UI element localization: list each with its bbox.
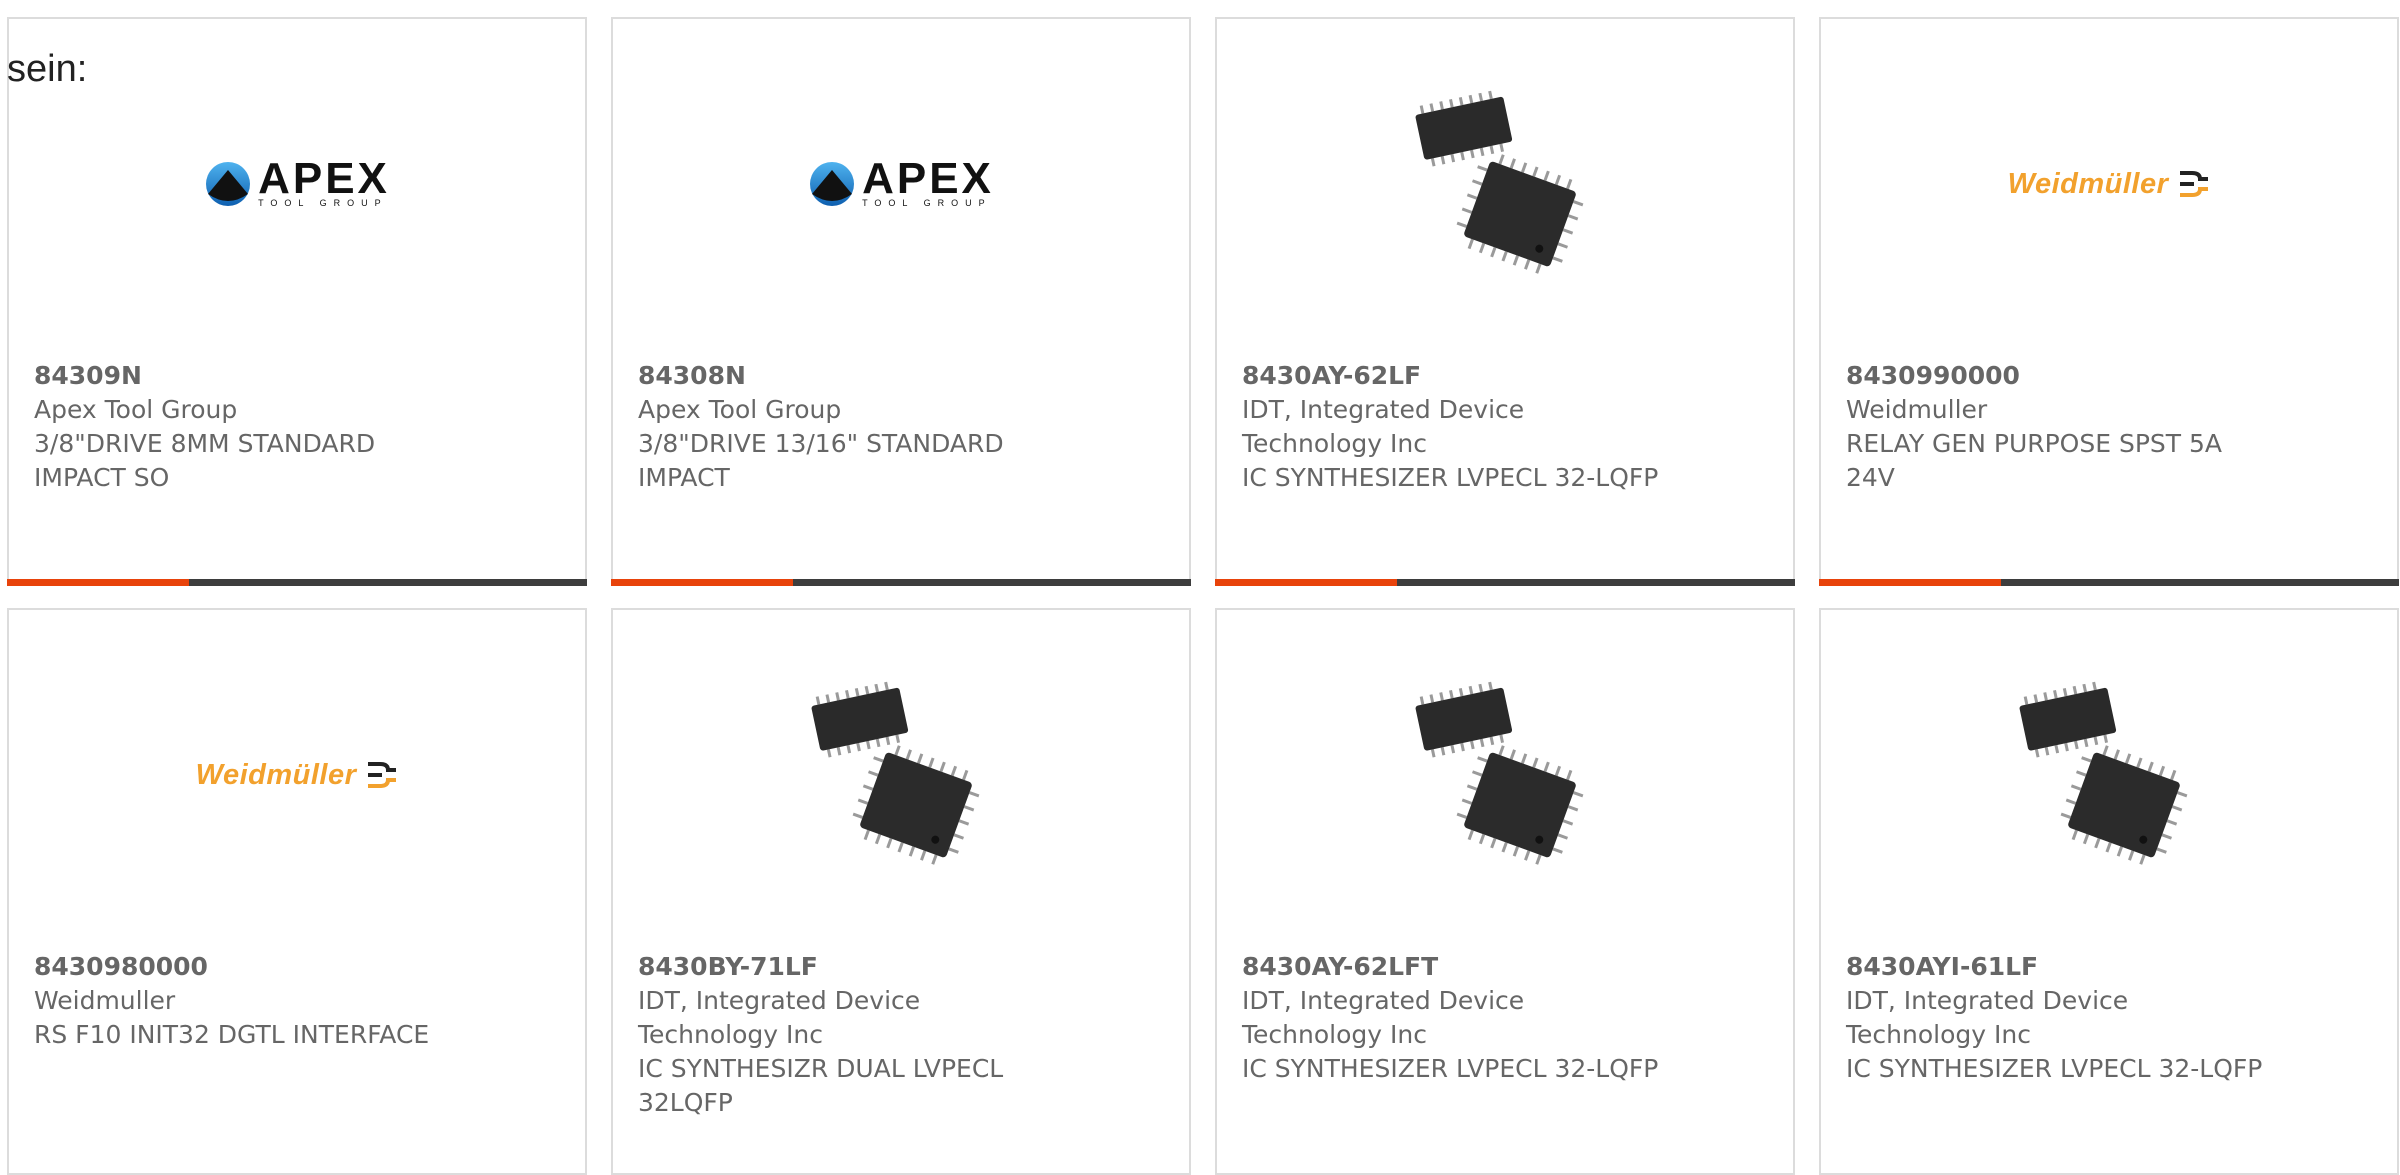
product-card[interactable]: 8430BY-71LF IDT, Integrated Device Techn… <box>611 608 1191 1175</box>
weidmuller-wordmark: Weidmüller <box>2007 167 2169 200</box>
lqfp-chip-icon <box>1415 681 1584 865</box>
card-bottom-bar <box>611 579 1191 586</box>
part-number-link[interactable]: 8430990000 <box>1846 359 2276 393</box>
manufacturer-logo-apex: APEX TOOL GROUP <box>9 74 585 294</box>
manufacturer-name: Apex Tool Group <box>638 395 842 424</box>
card-accent-bar <box>611 579 793 586</box>
product-description: RELAY GEN PURPOSE SPST 5A 24V <box>1846 429 2223 492</box>
manufacturer-name: IDT, Integrated Device Technology Inc <box>1242 395 1525 458</box>
part-number-link[interactable]: 8430980000 <box>34 950 464 984</box>
manufacturer-logo-apex: APEX TOOL GROUP <box>613 74 1189 294</box>
lqfp-chip-icon <box>2019 681 2188 865</box>
weidmuller-symbol-icon <box>2180 171 2209 197</box>
product-image-chip <box>613 665 1189 885</box>
product-card[interactable]: APEX TOOL GROUP 84308N Apex Tool Group 3… <box>611 17 1191 586</box>
product-card[interactable]: APEX TOOL GROUP 84309N Apex Tool Group 3… <box>7 17 587 586</box>
product-image-chip <box>1821 665 2397 885</box>
product-card[interactable]: Weidmüller 8430980000 Weidmuller RS F10 … <box>7 608 587 1175</box>
apex-emblem-icon <box>810 162 855 206</box>
card-accent-bar <box>7 579 189 586</box>
card-bottom-bar <box>1215 579 1795 586</box>
lqfp-chip-icon <box>1415 90 1584 274</box>
product-image-chip <box>1217 665 1793 885</box>
product-card[interactable]: 8430AYI-61LF IDT, Integrated Device Tech… <box>1819 608 2399 1175</box>
product-card[interactable]: Weidmüller 8430990000 Weidmuller RELAY G… <box>1819 17 2399 586</box>
weidmuller-symbol-icon <box>368 762 397 788</box>
card-accent-bar <box>1215 579 1397 586</box>
part-number-link[interactable]: 84309N <box>34 359 464 393</box>
apex-emblem-icon <box>206 162 251 206</box>
product-description: IC SYNTHESIZER LVPECL 32-LQFP <box>1846 1054 2263 1083</box>
manufacturer-name: Weidmuller <box>1846 395 1988 424</box>
product-description: 3/8"DRIVE 13/16" STANDARD IMPACT <box>638 429 1004 492</box>
product-description: IC SYNTHESIZER LVPECL 32-LQFP <box>1242 463 1659 492</box>
part-number-link[interactable]: 8430AY-62LF <box>1242 359 1672 393</box>
product-grid: APEX TOOL GROUP 84309N Apex Tool Group 3… <box>7 17 2399 1175</box>
product-image-chip <box>1217 74 1793 294</box>
manufacturer-name: IDT, Integrated Device Technology Inc <box>638 986 921 1049</box>
product-description: IC SYNTHESIZER LVPECL 32-LQFP <box>1242 1054 1659 1083</box>
product-card[interactable]: 8430AY-62LF IDT, Integrated Device Techn… <box>1215 17 1795 586</box>
part-number-link[interactable]: 84308N <box>638 359 1068 393</box>
product-description: RS F10 INIT32 DGTL INTERFACE <box>34 1020 430 1049</box>
product-description: 3/8"DRIVE 8MM STANDARD IMPACT SO <box>34 429 376 492</box>
part-number-link[interactable]: 8430AYI-61LF <box>1846 950 2276 984</box>
manufacturer-name: Apex Tool Group <box>34 395 238 424</box>
manufacturer-logo-weidmuller: Weidmüller <box>1821 74 2397 294</box>
lqfp-chip-icon <box>811 681 980 865</box>
product-card[interactable]: 8430AY-62LFT IDT, Integrated Device Tech… <box>1215 608 1795 1175</box>
manufacturer-name: IDT, Integrated Device Technology Inc <box>1846 986 2129 1049</box>
manufacturer-logo-weidmuller: Weidmüller <box>9 665 585 885</box>
manufacturer-name: IDT, Integrated Device Technology Inc <box>1242 986 1525 1049</box>
weidmuller-wordmark: Weidmüller <box>195 758 357 791</box>
product-description: IC SYNTHESIZR DUAL LVPECL 32LQFP <box>638 1054 1004 1117</box>
card-accent-bar <box>1819 579 2001 586</box>
part-number-link[interactable]: 8430BY-71LF <box>638 950 1068 984</box>
intro-text: sein: <box>7 48 88 90</box>
manufacturer-name: Weidmuller <box>34 986 176 1015</box>
part-number-link[interactable]: 8430AY-62LFT <box>1242 950 1672 984</box>
card-bottom-bar <box>7 579 587 586</box>
card-bottom-bar <box>1819 579 2399 586</box>
